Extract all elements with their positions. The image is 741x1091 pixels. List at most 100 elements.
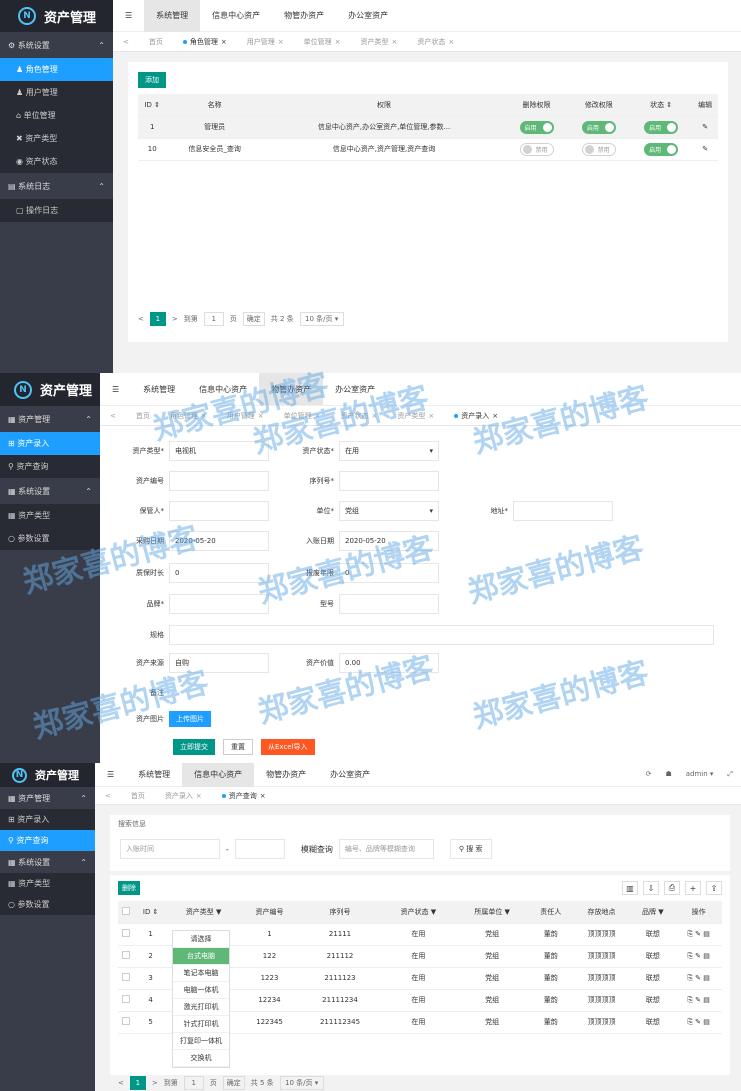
top-tab-office[interactable]: 办公室资产 [323,373,387,405]
modify-toggle[interactable]: 禁用 [581,142,616,156]
delete-button[interactable]: 删除 [118,881,140,895]
prev-page-icon[interactable]: < [138,315,144,323]
dropdown-option[interactable]: 台式电脑 [173,948,229,965]
add-button[interactable]: 添加 [138,72,166,88]
top-tab-system[interactable]: 系统管理 [131,373,187,405]
sidebar-item-asset-type[interactable]: ✖ 资产类型 [0,127,113,150]
theme-icon[interactable]: ☗ [665,770,671,779]
col-check[interactable] [118,901,135,924]
sidebar-group-asset[interactable]: ▦ 资产管理 ⌃ [0,787,95,809]
asset-code-input[interactable] [169,471,269,491]
dropdown-option[interactable]: 电脑一体机 [173,982,229,999]
page-1[interactable]: 1 [129,1076,146,1090]
col-type[interactable]: 资产类型 ▼ [166,901,241,924]
confirm-button[interactable]: 确定 [242,312,265,326]
upload-image-button[interactable]: 上传图片 [169,711,211,727]
keeper-input[interactable] [169,501,269,521]
delete-toggle[interactable]: 禁用 [519,142,554,156]
import-icon[interactable]: ⇪ [706,881,722,895]
col-brand[interactable]: 品牌 ▼ [630,901,676,924]
reset-button[interactable]: 重置 [223,739,253,755]
in-date-input[interactable]: 2020-05-20 [339,531,439,551]
top-tab-info-center[interactable]: 信息中心资产 [182,763,255,787]
tab-asset-entry[interactable]: 资产录入 × [444,411,508,421]
buy-date-input[interactable]: 2020-05-20 [169,531,269,551]
page-input[interactable]: 1 [183,1076,204,1090]
dropdown-option[interactable]: 交换机 [173,1050,229,1067]
tab-user[interactable]: 用户管理 × [237,37,294,47]
asset-status-select[interactable]: 在用 ▾ [339,441,439,461]
next-page-icon[interactable]: > [152,1079,158,1087]
submit-button[interactable]: 立即提交 [173,739,215,755]
refresh-icon[interactable]: ⟳ [646,770,652,779]
sidebar-item-oplog[interactable]: ▢ 操作日志 [0,199,113,222]
dropdown-option[interactable]: 请选择 [173,931,229,948]
note-input[interactable] [169,683,714,703]
row-checkbox[interactable] [118,923,135,946]
top-tab-info-center[interactable]: 信息中心资产 [187,373,259,405]
address-input[interactable] [513,501,613,521]
sidebar-item-asset-type[interactable]: ▦ 资产类型 [0,504,100,527]
status-toggle[interactable]: 启用 [644,120,679,134]
tab-role[interactable]: 角色管理 × [160,411,217,421]
top-tab-info-center[interactable]: 信息中心资产 [200,0,272,32]
row-actions[interactable]: ⎘ ✎ ▤ [675,989,722,1012]
col-id[interactable]: ID ⇕ [138,94,167,117]
tab-asset-status[interactable]: 资产状态 × [331,411,388,421]
sidebar-item-unit[interactable]: ⌂ 单位管理 [0,104,113,127]
sidebar-item-role[interactable]: ♟ 角色管理 [0,58,113,81]
search-button[interactable]: ⚲ 搜 索 [449,839,492,859]
col-id[interactable]: ID ⇕ [134,901,167,924]
tabs-prev-icon[interactable]: < [95,792,121,800]
tab-home[interactable]: 首页 [126,411,160,421]
tab-role[interactable]: 角色管理 × [173,37,237,47]
page-input[interactable]: 1 [203,312,224,326]
warranty-input[interactable]: 0 [169,563,269,583]
edit-pencil-icon[interactable]: ✎ [692,138,718,161]
tabs-prev-icon[interactable]: < [113,38,139,46]
prev-page-icon[interactable]: < [118,1079,124,1087]
col-status[interactable]: 状态 ⇕ [629,94,693,117]
tab-home[interactable]: 首页 [121,791,155,801]
row-actions[interactable]: ⎘ ✎ ▤ [675,945,722,968]
export-icon[interactable]: ⇩ [643,881,659,895]
unit-select[interactable]: 党组 ▾ [339,501,439,521]
menu-toggle-icon[interactable]: ☰ [95,763,126,787]
delete-toggle[interactable]: 启用 [519,120,554,134]
fullscreen-icon[interactable]: ⤢ [727,770,733,779]
tab-asset-status[interactable]: 资产状态 × [407,37,464,47]
sidebar-item-asset-type[interactable]: ▦ 资产类型 [0,873,95,894]
value-input[interactable]: 0.00 [339,653,439,673]
print-icon[interactable]: ⎙ [664,881,680,895]
sidebar-item-params[interactable]: ○ 参数设置 [0,527,100,550]
top-tab-office[interactable]: 办公室资产 [318,763,382,787]
brand-input[interactable] [169,594,269,614]
asset-type-input[interactable]: 电视机 [169,441,269,461]
menu-toggle-icon[interactable]: ☰ [100,373,131,405]
edit-pencil-icon[interactable]: ✎ [692,116,718,139]
user-menu[interactable]: admin ▾ [686,770,714,779]
page-1[interactable]: 1 [149,312,166,326]
dropdown-option[interactable]: 激光打印机 [173,999,229,1016]
sidebar-item-entry[interactable]: ⊞ 资产录入 [0,809,95,830]
next-page-icon[interactable]: > [172,315,178,323]
row-checkbox[interactable] [118,945,135,968]
scrap-input[interactable]: 0 [339,563,439,583]
serial-input[interactable] [339,471,439,491]
excel-import-button[interactable]: 从Excel导入 [261,739,315,755]
sidebar-item-entry[interactable]: ⊞ 资产录入 [0,432,100,455]
sidebar-group-system[interactable]: ▦ 系统设置 ⌃ [0,478,100,504]
tab-asset-type[interactable]: 资产类型 × [387,411,444,421]
sidebar-item-asset-status[interactable]: ◉ 资产状态 [0,150,113,173]
sidebar-group-log[interactable]: ▤ 系统日志 ⌃ [0,173,113,199]
page-size-select[interactable]: 10 条/页 ▾ [299,312,344,326]
tab-asset-entry[interactable]: 资产录入 × [155,791,212,801]
dropdown-option[interactable]: 笔记本电脑 [173,965,229,982]
top-tab-system[interactable]: 系统管理 [144,0,201,32]
modify-toggle[interactable]: 启用 [581,120,616,134]
page-size-select[interactable]: 10 条/页 ▾ [279,1076,324,1090]
spec-input[interactable] [169,625,714,645]
row-actions[interactable]: ⎘ ✎ ▤ [675,967,722,990]
sidebar-item-query[interactable]: ⚲ 资产查询 [0,455,100,478]
tab-home[interactable]: 首页 [139,37,173,47]
